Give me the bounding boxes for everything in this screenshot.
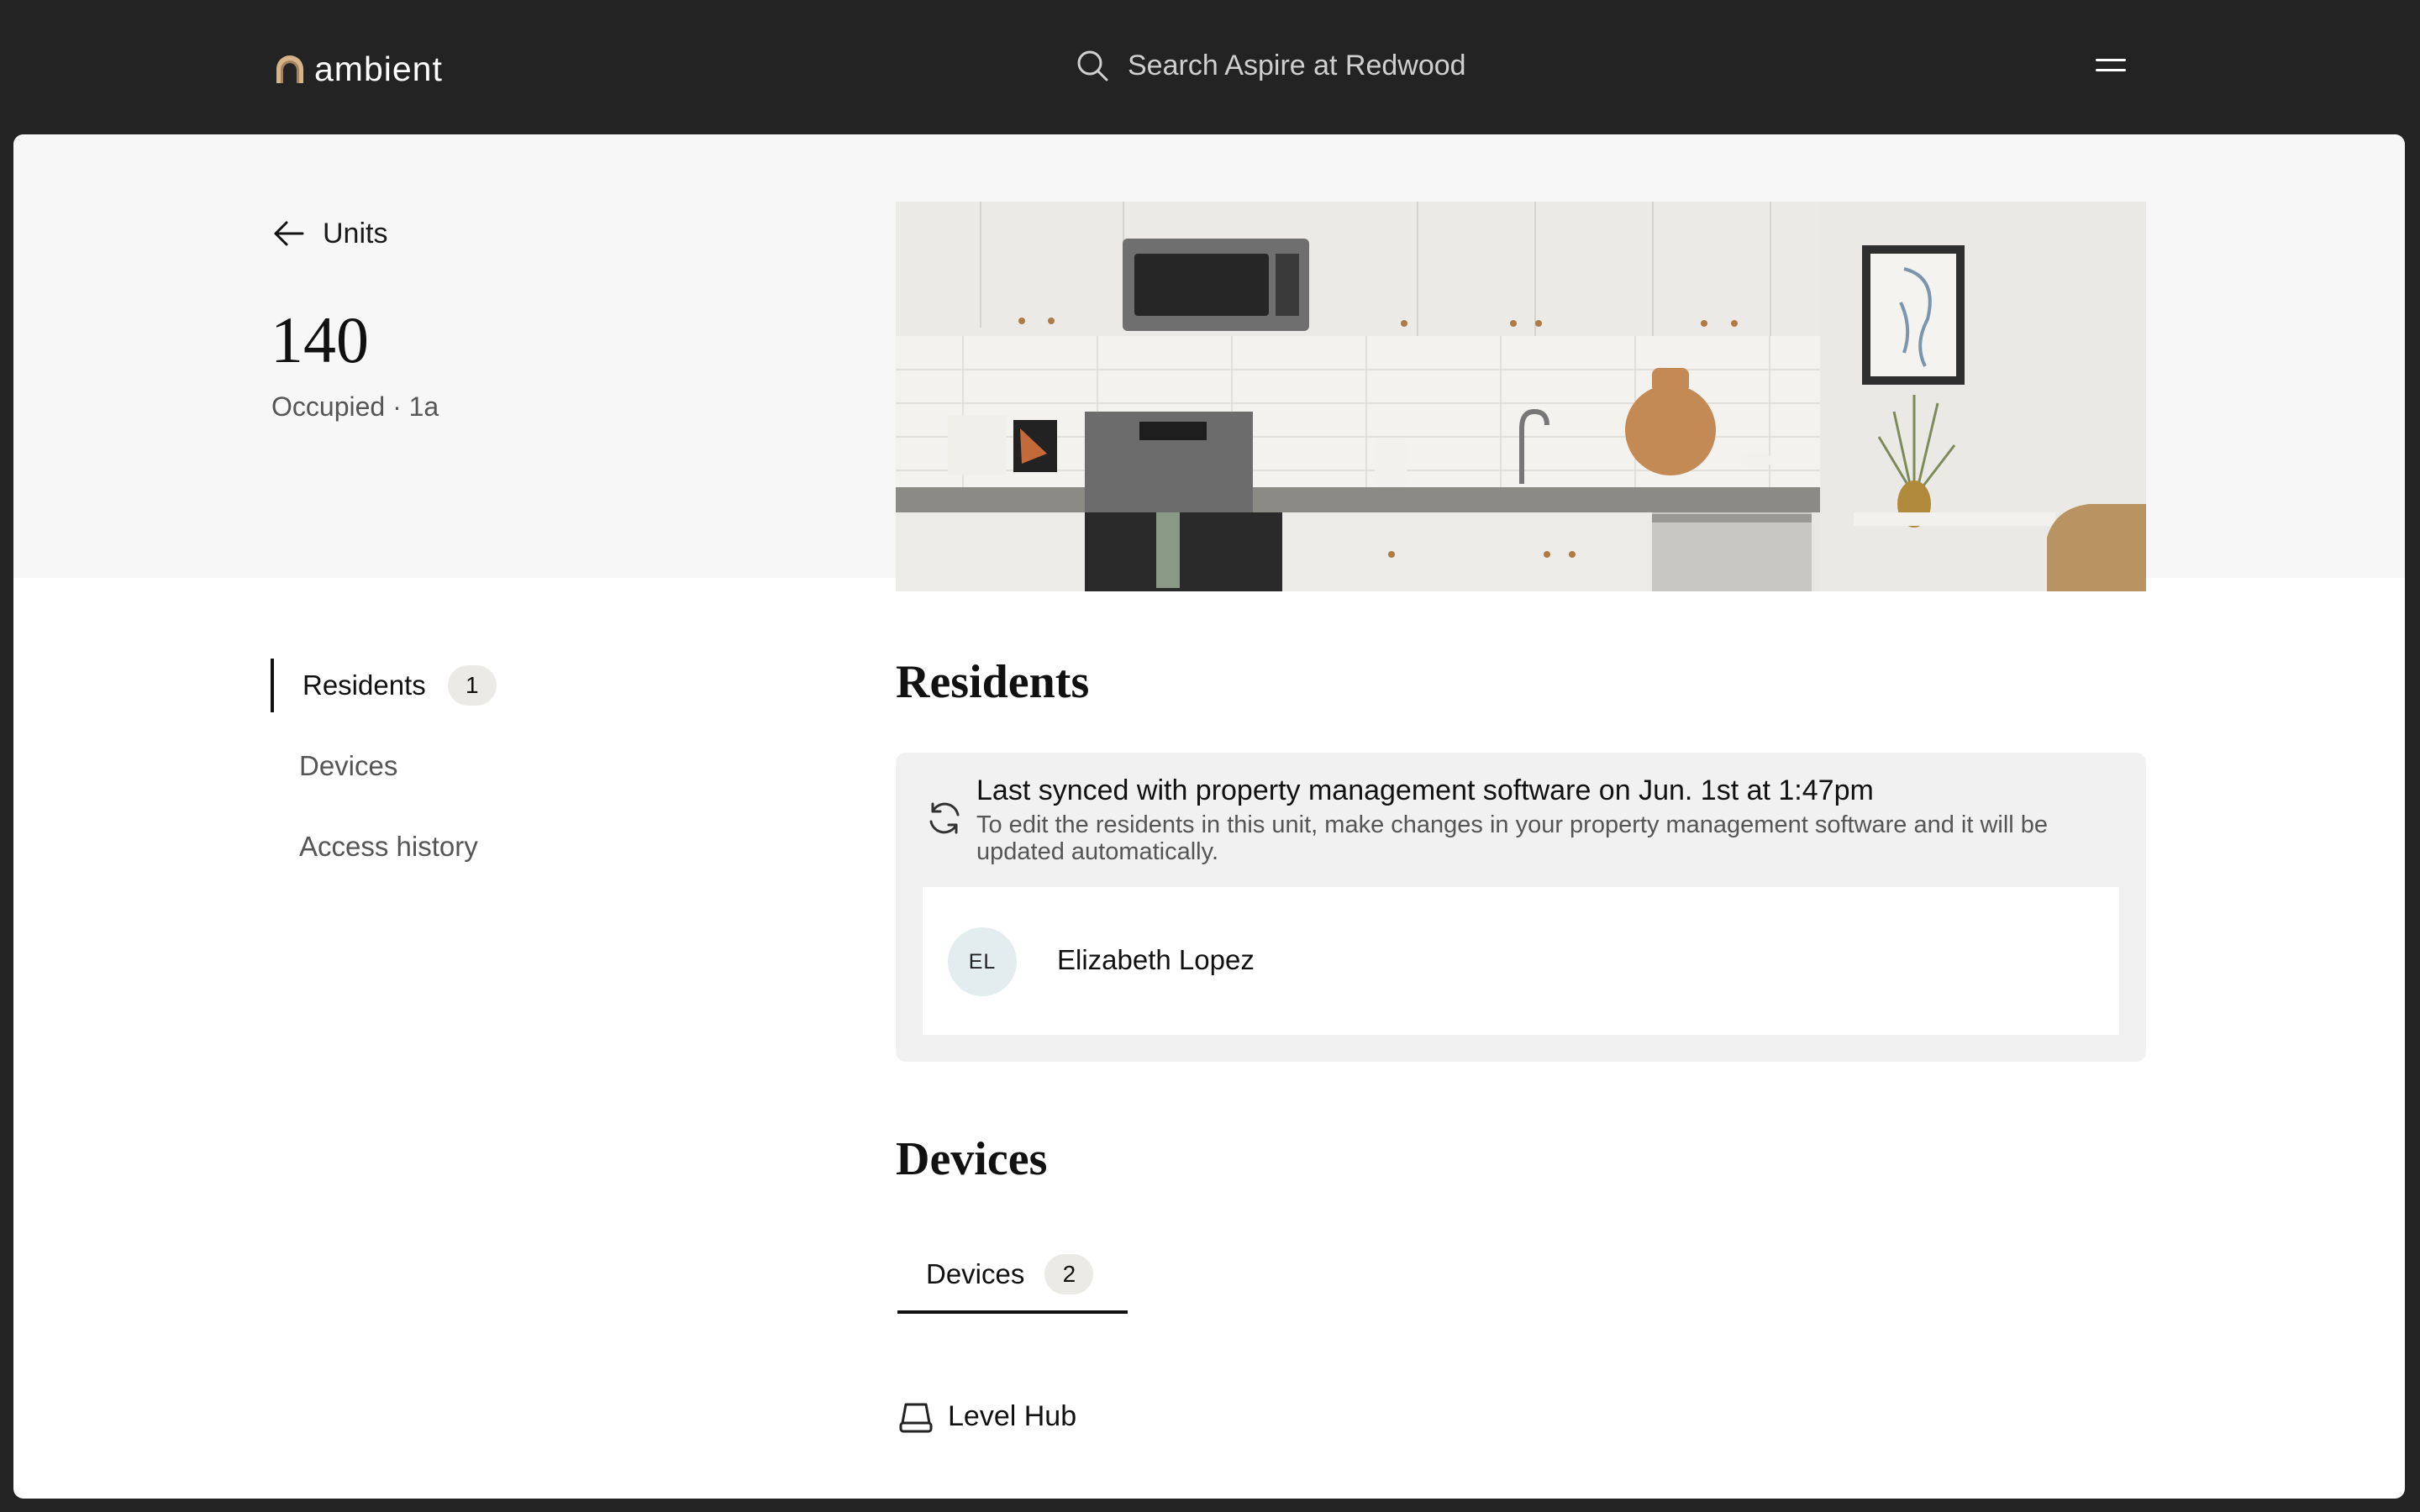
nav-item-residents[interactable]: Residents 1 — [271, 659, 497, 712]
search-icon — [1077, 50, 1108, 81]
menu-line — [2096, 59, 2126, 61]
nav-item-label: Access history — [299, 831, 478, 862]
resident-name: Elizabeth Lopez — [1057, 944, 1255, 975]
hamburger-menu-icon[interactable] — [2092, 54, 2134, 81]
unit-detail-card: Units 140 Occupied · 1a Residents 1 Devi… — [13, 134, 2405, 1499]
unit-number: 140 — [271, 303, 369, 376]
sync-status-description: To edit the residents in this unit, make… — [976, 811, 2049, 865]
kitchen-photo — [896, 202, 2146, 591]
arrow-left-icon — [274, 221, 304, 246]
search-input[interactable]: Search Aspire at Redwood — [1128, 50, 1466, 82]
tab-devices[interactable]: Devices 2 — [897, 1242, 1128, 1314]
residents-sync-panel: Last synced with property management sof… — [896, 753, 2146, 1062]
hub-device-icon — [899, 1403, 933, 1433]
resident-row[interactable]: EL Elizabeth Lopez — [923, 887, 2119, 1035]
nav-item-devices[interactable]: Devices — [271, 739, 397, 793]
nav-item-label: Devices — [299, 750, 398, 781]
residents-count-badge: 1 — [447, 665, 497, 706]
sync-icon — [929, 802, 960, 834]
logo-text: ambient — [314, 49, 443, 88]
nav-item-label: Residents — [302, 669, 426, 701]
tab-label: Devices — [926, 1258, 1025, 1289]
back-link-label: Units — [323, 217, 388, 249]
avatar: EL — [948, 927, 1017, 996]
search-bar[interactable]: Search Aspire at Redwood — [1076, 45, 1466, 86]
unit-status: Occupied · 1a — [271, 391, 439, 422]
back-to-units-link[interactable]: Units — [272, 217, 387, 250]
residents-heading: Residents — [896, 656, 1090, 708]
devices-heading: Devices — [896, 1133, 1048, 1185]
sync-status-title: Last synced with property management sof… — [976, 774, 1874, 806]
nav-item-access-history[interactable]: Access history — [271, 820, 478, 874]
device-name: Level Hub — [948, 1399, 1077, 1432]
logo-arch-icon — [276, 55, 303, 83]
device-row[interactable]: Level Hub — [897, 1398, 1076, 1435]
top-bar: ambient Search Aspire at Redwood — [0, 0, 2420, 134]
devices-count-badge: 2 — [1044, 1254, 1094, 1294]
ambient-logo[interactable]: ambient — [274, 47, 443, 91]
menu-line — [2096, 69, 2126, 71]
